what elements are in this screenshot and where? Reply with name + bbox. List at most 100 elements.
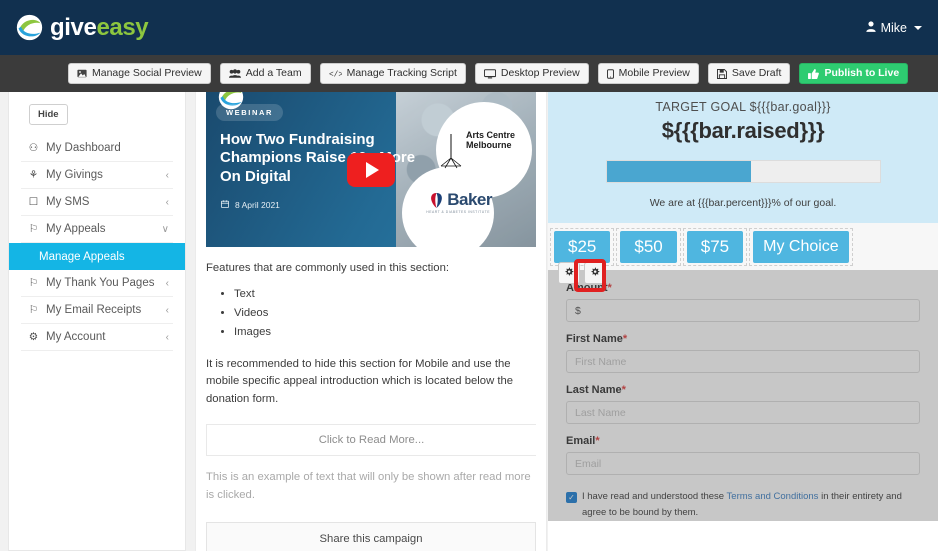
brand-logo[interactable]: giveeasy [16, 13, 149, 41]
amount-slot: $50 [616, 228, 681, 266]
save-draft-label: Save Draft [731, 67, 782, 80]
section-settings-gear-outer[interactable] [558, 262, 580, 284]
sidebar-item-my-givings[interactable]: ⚘ My Givings ‹ [21, 162, 173, 189]
sidebar-item-label: My Dashboard [46, 142, 121, 154]
sidebar: Hide ⚇ My Dashboard ⚘ My Givings ‹ ☐ My … [8, 92, 186, 551]
amount-button-75[interactable]: $75 [686, 231, 744, 263]
last-name-field-group: Last Name* Last Name [566, 384, 920, 424]
sidebar-item-my-dashboard[interactable]: ⚇ My Dashboard [21, 135, 173, 162]
email-field-label: Email* [566, 435, 600, 447]
required-marker: * [595, 435, 600, 447]
gift-icon: ⚘ [28, 169, 39, 181]
donation-form: Amount* $ First Name* First Name Last Na… [548, 270, 938, 522]
section-settings-gear-inner[interactable] [584, 262, 606, 284]
amount-slot: My Choice [749, 228, 853, 266]
first-name-field-label: First Name* [566, 333, 628, 345]
list-item: Text [234, 285, 536, 304]
manage-social-preview-label: Manage Social Preview [92, 67, 202, 80]
flag-icon: ⚐ [28, 223, 39, 235]
add-a-team-button[interactable]: Add a Team [219, 63, 311, 84]
chevron-left-icon: ‹ [165, 169, 169, 181]
appeal-content-preview: Arts Centre Melbourne Baker HEART & DIAB… [195, 92, 547, 551]
desktop-preview-button[interactable]: Desktop Preview [474, 63, 589, 84]
terms-text-before: I have read and understood these [582, 491, 727, 502]
save-draft-button[interactable]: Save Draft [707, 63, 791, 84]
manage-tracking-script-label: Manage Tracking Script [346, 67, 457, 80]
last-name-field-label: Last Name* [566, 384, 626, 396]
sidebar-item-my-appeals[interactable]: ⚐ My Appeals ∨ [21, 216, 173, 243]
first-name-field-group: First Name* First Name [566, 333, 920, 373]
progress-bar [605, 160, 881, 183]
terms-checkbox[interactable]: ✓ [566, 492, 577, 503]
svg-text:</>: </> [329, 71, 342, 78]
desktop-preview-label: Desktop Preview [500, 67, 580, 80]
brand-name-give: give [50, 13, 97, 41]
code-icon: </> [329, 69, 342, 78]
baker-institute-logo: Baker [429, 190, 492, 210]
last-name-input[interactable]: Last Name [566, 401, 920, 424]
mobile-preview-button[interactable]: Mobile Preview [597, 63, 699, 84]
target-goal-text: TARGET GOAL ${{{bar.goal}}} [655, 100, 831, 114]
webinar-tag: WEBINAR [216, 104, 284, 121]
manage-social-preview-button[interactable]: Manage Social Preview [68, 63, 211, 84]
section-settings-gear-row [558, 262, 606, 284]
user-menu[interactable]: Mike [865, 20, 922, 35]
amount-button-25[interactable]: $25 [554, 231, 611, 263]
chevron-down-icon [914, 25, 922, 30]
user-menu-label: Mike [880, 20, 907, 35]
list-item: Images [234, 323, 536, 342]
sidebar-item-my-account[interactable]: ⚙ My Account ‹ [21, 324, 173, 351]
add-a-team-label: Add a Team [245, 67, 302, 80]
amount-slot: $75 [682, 228, 748, 266]
users-icon [228, 69, 241, 78]
sidebar-item-manage-appeals[interactable]: Manage Appeals [9, 243, 185, 270]
sidebar-item-label: My Account [46, 331, 106, 343]
sidebar-item-label: My Givings [46, 169, 103, 181]
webinar-video-block[interactable]: Arts Centre Melbourne Baker HEART & DIAB… [206, 92, 536, 247]
amount-field-group: Amount* $ [566, 282, 920, 322]
image-icon [77, 69, 87, 78]
sidebar-hide-button[interactable]: Hide [29, 104, 68, 125]
calendar-icon [221, 200, 229, 210]
required-marker: * [622, 333, 628, 345]
terms-and-conditions-link[interactable]: Terms and Conditions [727, 491, 819, 502]
email-field-group: Email* Email [566, 435, 920, 475]
donation-form-preview: TARGET GOAL ${{{bar.goal}}} ${{{bar.rais… [548, 92, 938, 551]
required-marker: * [607, 282, 612, 294]
baker-wordmark: Baker [447, 190, 492, 209]
required-marker: * [621, 384, 626, 396]
goal-percent-text: We are at {{{bar.percent}}}% of our goal… [649, 197, 837, 209]
sidebar-item-my-sms[interactable]: ☐ My SMS ‹ [21, 189, 173, 216]
sidebar-item-my-email-receipts[interactable]: ⚐ My Email Receipts ‹ [21, 297, 173, 324]
arts-centre-spire-icon [436, 132, 466, 170]
fundraising-thermometer: TARGET GOAL ${{{bar.goal}}} ${{{bar.rais… [548, 92, 938, 223]
webinar-date-label: 8 April 2021 [235, 200, 280, 210]
publish-to-live-button[interactable]: Publish to Live [799, 63, 909, 84]
amount-raised-text: ${{{bar.raised}}} [661, 118, 825, 143]
user-icon [865, 20, 876, 35]
amount-button-my-choice[interactable]: My Choice [753, 231, 849, 263]
gear-icon: ⚙ [28, 331, 39, 343]
recommendation-text: It is recommended to hide this section f… [206, 357, 514, 405]
dashboard-icon: ⚇ [28, 142, 39, 154]
features-list: Text Videos Images [206, 285, 536, 343]
terms-text: I have read and understood these Terms a… [582, 489, 920, 521]
amount-button-50[interactable]: $50 [620, 231, 677, 263]
amount-input[interactable]: $ [566, 299, 920, 322]
baker-institute-subtitle: HEART & DIABETES INSTITUTE [426, 210, 490, 214]
sidebar-item-my-thank-you-pages[interactable]: ⚐ My Thank You Pages ‹ [21, 270, 173, 297]
publish-to-live-label: Publish to Live [824, 67, 900, 80]
chevron-left-icon: ‹ [165, 196, 169, 208]
play-button-icon[interactable] [347, 152, 395, 187]
share-campaign-box: Share this campaign f Share on Facebook … [206, 522, 536, 551]
list-item: Videos [234, 304, 536, 323]
first-name-input[interactable]: First Name [566, 350, 920, 373]
giveeasy-swirl-logo [16, 14, 43, 41]
sidebar-item-label: My SMS [46, 196, 90, 208]
chevron-left-icon: ‹ [165, 331, 169, 343]
terms-and-conditions-row: ✓ I have read and understood these Terms… [566, 486, 920, 521]
click-to-read-more-button[interactable]: Click to Read More... [206, 424, 536, 457]
manage-tracking-script-button[interactable]: </> Manage Tracking Script [319, 63, 466, 84]
mobile-icon [606, 68, 614, 79]
email-input[interactable]: Email [566, 452, 920, 475]
